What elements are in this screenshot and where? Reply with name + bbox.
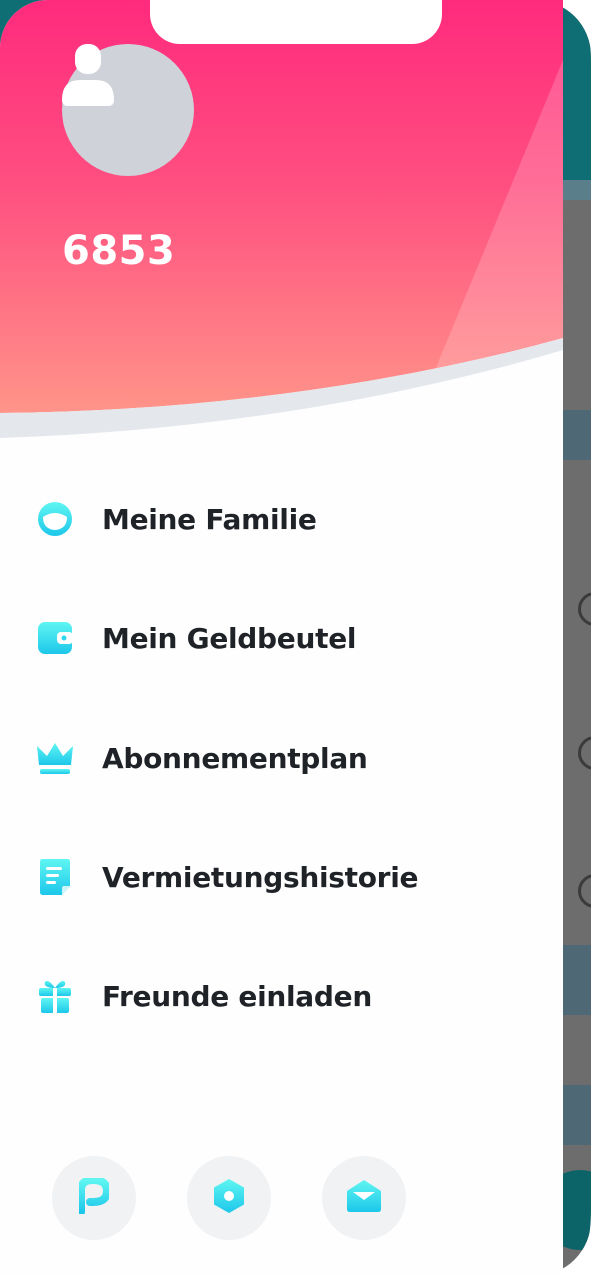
menu-item-label: Freunde einladen xyxy=(102,979,372,1013)
menu-item-label: Meine Familie xyxy=(102,502,317,536)
p-logo-icon xyxy=(77,1175,112,1218)
menu-item-mein-geldbeutel[interactable]: Mein Geldbeutel xyxy=(30,603,530,673)
menu-item-meine-familie[interactable]: Meine Familie xyxy=(30,484,530,554)
gift-icon xyxy=(30,971,80,1021)
envelope-icon xyxy=(345,1179,383,1217)
crown-icon xyxy=(30,733,80,783)
messages-button[interactable] xyxy=(322,1156,406,1240)
menu-item-label: Vermietungshistorie xyxy=(102,860,419,894)
wallet-icon xyxy=(30,613,80,663)
background-ring xyxy=(578,592,591,626)
settings-button[interactable] xyxy=(187,1156,271,1240)
background-ring xyxy=(578,874,591,908)
user-id: 6853 xyxy=(62,228,176,274)
drawer-header: 6853 xyxy=(0,0,563,440)
brand-button[interactable] xyxy=(52,1156,136,1240)
drawer-bottom-actions xyxy=(0,1156,563,1246)
menu-item-abonnementplan[interactable]: Abonnementplan xyxy=(30,723,530,793)
menu-item-label: Mein Geldbeutel xyxy=(102,621,357,655)
family-icon xyxy=(30,494,80,544)
document-icon xyxy=(30,852,80,902)
menu-item-label: Abonnementplan xyxy=(102,741,368,775)
hexagon-settings-icon xyxy=(212,1178,246,1218)
avatar[interactable] xyxy=(62,44,194,176)
user-silhouette-icon xyxy=(62,44,114,106)
navigation-drawer: 6853 Meine Familie Mein Geldbeutel Abonn… xyxy=(0,0,563,1276)
phone-notch xyxy=(150,0,442,44)
background-ring xyxy=(578,736,591,770)
menu-item-freunde-einladen[interactable]: Freunde einladen xyxy=(30,961,530,1031)
menu-item-vermietungshistorie[interactable]: Vermietungshistorie xyxy=(30,842,530,912)
